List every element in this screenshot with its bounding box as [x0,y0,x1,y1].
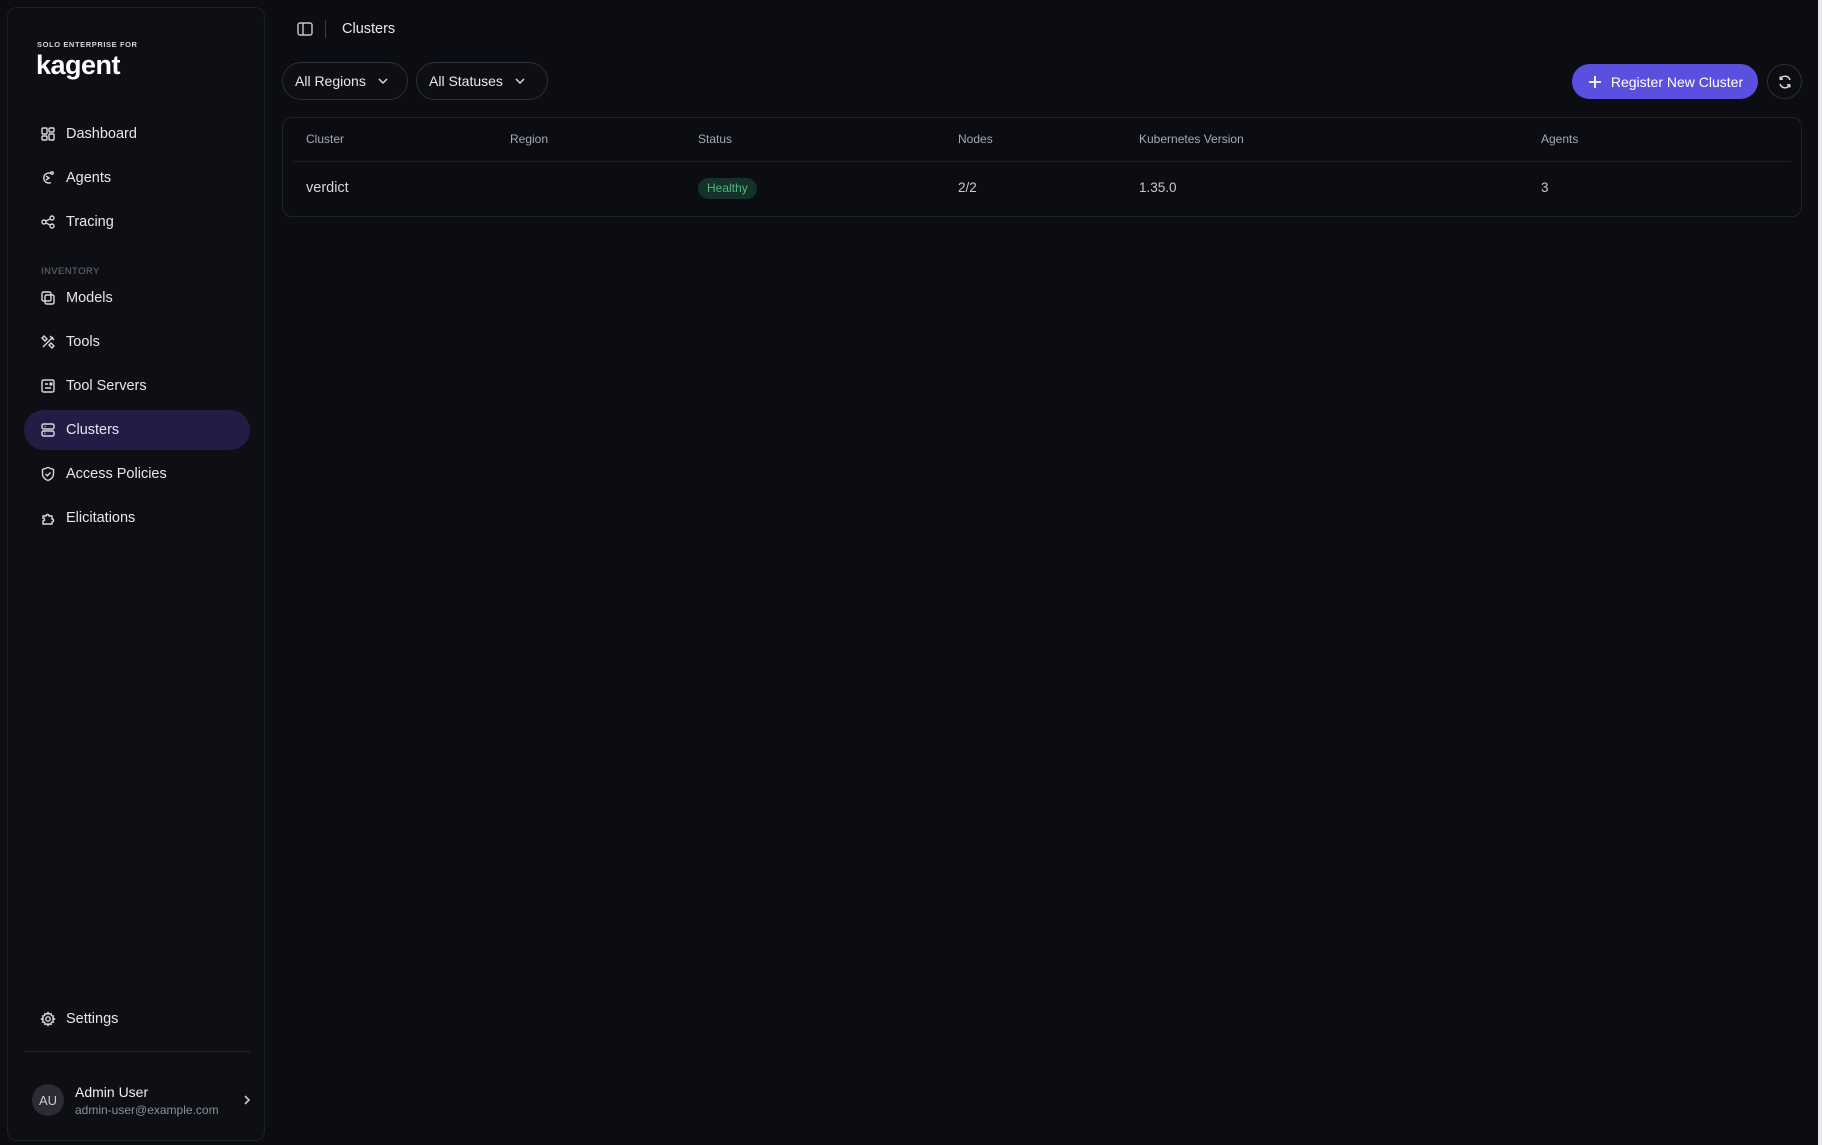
sidebar-item-tools[interactable]: Tools [24,322,250,362]
status-badge: Healthy [698,178,757,199]
sidebar: SOLO ENTERPRISE FOR kagent Dashboard Age… [7,7,265,1141]
column-header-cluster[interactable]: Cluster [306,132,344,146]
column-header-kubernetes-version[interactable]: Kubernetes Version [1139,132,1244,146]
sidebar-item-label: Tool Servers [66,378,147,394]
sidebar-item-label: Access Policies [66,466,167,482]
sidebar-divider [24,1051,250,1052]
window-edge [1818,0,1822,1145]
cell-cluster[interactable]: verdict [306,180,349,196]
user-info: Admin User admin-user@example.com [75,1084,240,1117]
puzzle-icon [40,510,56,526]
column-header-agents[interactable]: Agents [1541,132,1578,146]
chevron-down-icon [515,78,525,85]
sidebar-item-label: Elicitations [66,510,136,526]
sidebar-item-label: Tracing [66,214,114,230]
dashboard-icon [40,126,56,142]
gear-icon [40,1011,56,1027]
avatar: AU [32,1084,64,1116]
chevron-down-icon [378,78,388,85]
column-header-nodes[interactable]: Nodes [958,132,993,146]
sidebar-item-access-policies[interactable]: Access Policies [24,454,250,494]
plus-icon [1588,75,1601,88]
brand-subtitle: SOLO ENTERPRISE FOR [37,40,138,49]
cell-kubernetes-version: 1.35.0 [1139,180,1177,195]
chevron-right-icon [244,1095,251,1105]
tool-servers-icon [40,378,56,394]
table-row[interactable]: verdict Healthy 2/2 1.35.0 3 [283,162,1801,216]
tracing-icon [40,214,56,230]
region-filter-select[interactable]: All Regions [282,62,408,100]
brand-logo[interactable]: SOLO ENTERPRISE FOR kagent [36,40,138,79]
sidebar-item-tracing[interactable]: Tracing [24,202,250,242]
cell-nodes: 2/2 [958,180,977,195]
sidebar-item-dashboard[interactable]: Dashboard [24,114,250,154]
sidebar-item-label: Clusters [66,422,120,438]
shield-icon [40,466,56,482]
sidebar-item-tool-servers[interactable]: Tool Servers [24,366,250,406]
refresh-button[interactable] [1767,64,1802,99]
register-new-cluster-button[interactable]: Register New Cluster [1572,64,1758,99]
agents-icon [40,170,56,186]
sidebar-item-label: Agents [66,170,112,186]
sidebar-item-models[interactable]: Models [24,278,250,318]
brand-name: kagent [36,50,121,80]
register-button-label: Register New Cluster [1610,73,1744,90]
user-name: Admin User [75,1083,149,1100]
sidebar-item-label: Models [66,290,113,306]
models-icon [40,290,56,306]
sidebar-item-label: Dashboard [66,126,137,142]
header-divider [325,20,326,38]
sidebar-item-clusters[interactable]: Clusters [24,410,250,450]
app: SOLO ENTERPRISE FOR kagent Dashboard Age… [0,0,1822,1145]
column-header-region[interactable]: Region [510,132,548,146]
refresh-icon [1778,75,1791,88]
sidebar-item-label: Tools [66,334,100,350]
status-filter-select[interactable]: All Statuses [416,62,548,100]
region-filter-value: All Regions [295,73,366,89]
user-menu[interactable]: AU Admin User admin-user@example.com [32,1080,254,1120]
breadcrumb: Clusters [342,21,396,37]
sidebar-item-label: Settings [66,1011,119,1027]
sidebar-item-elicitations[interactable]: Elicitations [24,498,250,538]
sidebar-toggle-icon[interactable] [296,20,314,38]
section-label-inventory: INVENTORY [41,266,100,277]
clusters-icon [40,422,56,438]
cell-agents: 3 [1541,180,1549,195]
sidebar-item-agents[interactable]: Agents [24,158,250,198]
user-email: admin-user@example.com [75,1102,219,1117]
status-filter-value: All Statuses [429,73,503,89]
clusters-table: Cluster Region Status Nodes Kubernetes V… [282,117,1802,217]
tools-icon [40,334,56,350]
sidebar-item-settings[interactable]: Settings [24,999,250,1039]
column-header-status[interactable]: Status [698,132,732,146]
